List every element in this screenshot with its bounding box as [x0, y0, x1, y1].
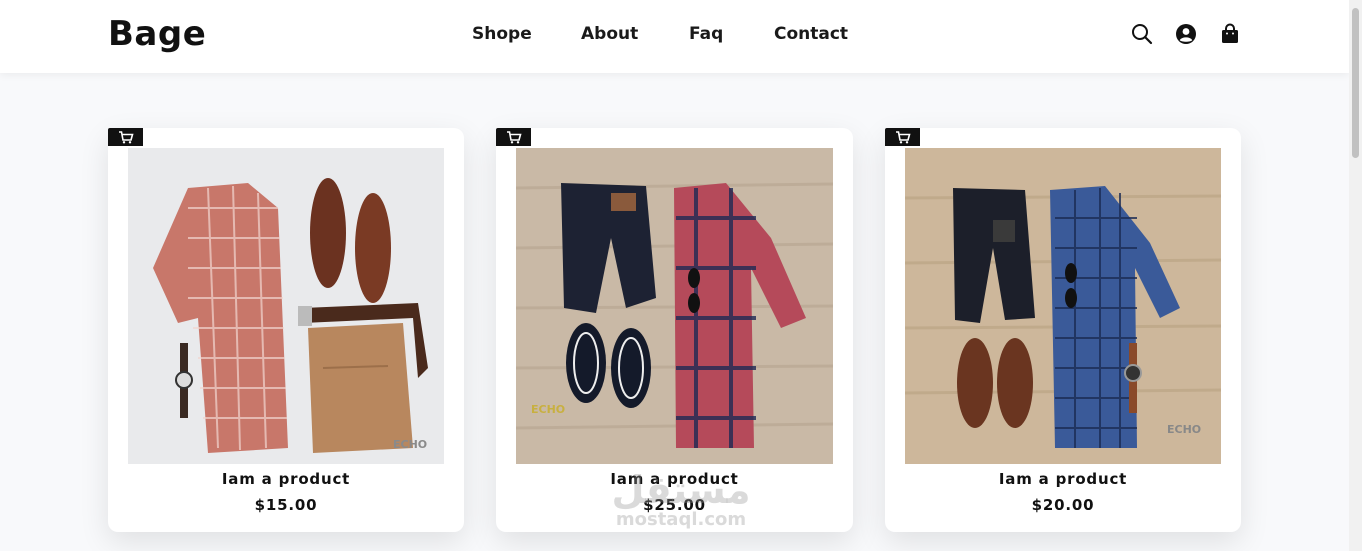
svg-text:ECHO: ECHO — [1167, 423, 1201, 436]
cart-icon — [118, 130, 134, 143]
cart-icon — [506, 130, 522, 143]
product-image[interactable]: ECHO — [128, 148, 444, 464]
scrollbar-thumb[interactable] — [1352, 8, 1359, 158]
navbar: Bage Shope About Faq Contact — [0, 0, 1349, 73]
nav-link-contact[interactable]: Contact — [774, 24, 848, 44]
nav-icons — [1130, 22, 1240, 46]
product-card[interactable]: ECHO Iam a product $25.00 — [496, 128, 853, 532]
account-icon[interactable] — [1174, 22, 1198, 46]
product-price: $25.00 — [643, 496, 706, 514]
brand-logo[interactable]: Bage — [108, 14, 206, 54]
search-icon[interactable] — [1130, 22, 1154, 46]
product-title[interactable]: Iam a product — [108, 470, 464, 488]
nav-link-about[interactable]: About — [581, 24, 638, 44]
add-to-cart-button[interactable] — [885, 128, 920, 146]
product-image[interactable]: ECHO — [905, 148, 1221, 464]
svg-text:ECHO: ECHO — [531, 403, 565, 416]
product-card[interactable]: ECHO Iam a product $15.00 — [108, 128, 464, 532]
product-title[interactable]: Iam a product — [885, 470, 1241, 488]
product-title[interactable]: Iam a product — [496, 470, 853, 488]
product-image[interactable]: ECHO — [516, 148, 833, 464]
nav-link-faq[interactable]: Faq — [689, 24, 723, 44]
svg-text:ECHO: ECHO — [393, 438, 427, 451]
nav-link-shope[interactable]: Shope — [472, 24, 532, 44]
product-price: $15.00 — [254, 496, 318, 514]
cart-icon — [895, 130, 911, 143]
page-scrollbar[interactable] — [1349, 0, 1362, 551]
shopping-bag-icon[interactable] — [1218, 22, 1242, 46]
product-price: $20.00 — [1031, 496, 1095, 514]
add-to-cart-button[interactable] — [108, 128, 143, 146]
add-to-cart-button[interactable] — [496, 128, 531, 146]
product-card[interactable]: ECHO Iam a product $20.00 — [885, 128, 1241, 532]
